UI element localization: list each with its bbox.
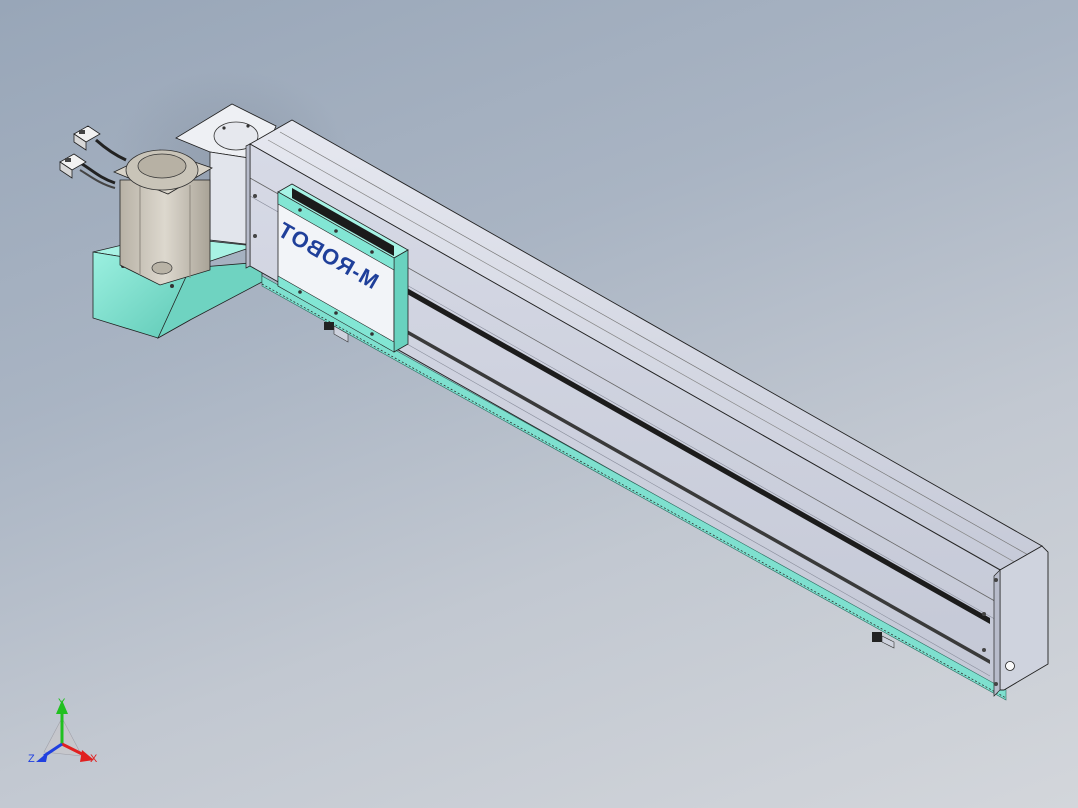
triad-x-label: X (90, 753, 98, 765)
cable-connector-lower (59, 153, 87, 179)
linear-rail-body (245, 119, 1049, 701)
triad-y-label: Y (58, 697, 66, 709)
coordinate-triad-icon[interactable]: Y X Z (28, 697, 98, 765)
triad-z-label: Z (28, 753, 35, 765)
cad-viewport[interactable]: M-ROBOT Y X Z (0, 0, 1078, 808)
stepper-motor (113, 149, 213, 286)
cad-model-svg: M-ROBOT Y X Z (28, 70, 1049, 765)
cable-connector-upper (73, 125, 101, 151)
